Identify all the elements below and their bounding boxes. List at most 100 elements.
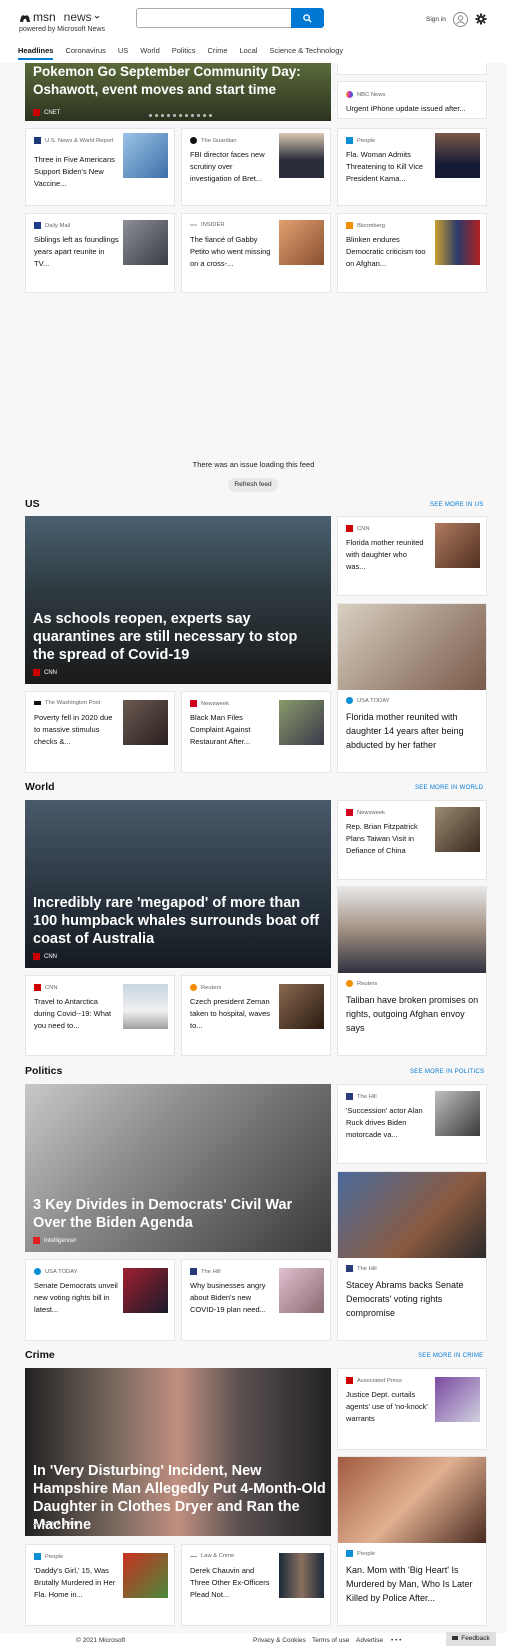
news-card[interactable]: The Hill Why businesses angry about Bide…	[181, 1259, 331, 1341]
see-more-world-link[interactable]: SEE MORE IN WORLD	[415, 785, 483, 791]
section-heading-world: World	[25, 781, 55, 793]
card-title: Black Man Files Complaint Against Restau…	[190, 713, 251, 746]
cnn-logo-icon	[34, 984, 41, 991]
nbc-logo-icon	[346, 91, 353, 98]
cnn-logo-icon	[33, 669, 40, 676]
see-more-us-link[interactable]: SEE MORE IN US	[430, 502, 484, 508]
card-title: 'Daddy's Girl,' 15, Was Brutally Murdere…	[34, 1566, 116, 1599]
brand-label: msn	[33, 10, 56, 24]
news-card[interactable]: The Hill 'Succession' actor Alan Ruck dr…	[337, 1084, 487, 1164]
cnn-logo-icon	[33, 953, 40, 960]
news-card[interactable]: Newsweek Black Man Files Complaint Again…	[181, 691, 331, 773]
powered-by: powered by Microsoft News	[19, 26, 105, 33]
card-title: Florida mother reunited with daughter 14…	[346, 712, 464, 750]
hero-source: CNET	[33, 109, 60, 116]
footer: © 2021 Microsoft Privacy & Cookies Terms…	[0, 1633, 507, 1649]
thehill-logo-icon	[346, 1265, 353, 1272]
advertise-link[interactable]: Advertise	[356, 1637, 383, 1644]
reuters-logo-icon	[346, 980, 353, 987]
news-card[interactable]: CNN Florida mother reunited with daughte…	[337, 516, 487, 596]
tab-local[interactable]: Local	[240, 46, 258, 60]
card-title: Three in Five Americans Support Biden's …	[34, 155, 115, 188]
card-image	[338, 887, 486, 973]
news-card[interactable]: Daily Mail Siblings left as foundlings y…	[25, 213, 175, 293]
tab-politics[interactable]: Politics	[172, 46, 196, 60]
news-card[interactable]: People Fla. Woman Admits Threatening to …	[337, 128, 487, 206]
carousel-dots[interactable]	[143, 114, 215, 117]
top-right-card[interactable]: NBC News Urgent iPhone update issued aft…	[337, 81, 487, 119]
card-title: Kan. Mom with 'Big Heart' Is Murdered by…	[346, 1565, 473, 1603]
usatoday-logo-icon	[346, 697, 353, 704]
news-card[interactable]: Newsweek Rep. Brian Fitzpatrick Plans Ta…	[337, 800, 487, 880]
thumbnail-image	[279, 1268, 324, 1313]
people-logo-icon	[346, 137, 353, 144]
card-title: Florida mother reunited with daughter wh…	[346, 538, 424, 571]
tab-headlines[interactable]: Headlines	[18, 46, 54, 60]
msn-butterfly-icon	[20, 15, 30, 22]
people-logo-icon	[346, 1550, 353, 1557]
top-hero-card[interactable]: Pokemon Go September Community Day: Osha…	[25, 63, 331, 121]
news-card[interactable]: Associated Press Justice Dept. curtails …	[337, 1368, 487, 1450]
usatoday-logo-icon	[34, 1268, 41, 1275]
card-title: 'Succession' actor Alan Ruck drives Bide…	[346, 1106, 423, 1139]
tab-crime[interactable]: Crime	[208, 46, 228, 60]
card-image	[338, 604, 486, 690]
news-card[interactable]: USA TODAY Senate Democrats unveil new vo…	[25, 1259, 175, 1341]
section-hero-card[interactable]: Incredibly rare 'megapod' of more than 1…	[25, 800, 331, 968]
see-more-crime-link[interactable]: SEE MORE IN CRIME	[418, 1353, 483, 1359]
thumbnail-image	[435, 523, 480, 568]
news-card[interactable]: People 'Daddy's Girl,' 15, Was Brutally …	[25, 1544, 175, 1626]
news-card-large[interactable]: The Hill Stacey Abrams backs Senate Demo…	[337, 1171, 487, 1341]
reuters-logo-icon	[190, 984, 197, 991]
card-title: Derek Chauvin and Three Other Ex-Officer…	[190, 1566, 270, 1599]
news-card[interactable]: U.S. News & World Report Three in Five A…	[25, 128, 175, 206]
tab-us[interactable]: US	[118, 46, 128, 60]
news-card[interactable]: CNN Travel to Antarctica during Covid--1…	[25, 975, 175, 1056]
section-hero-card[interactable]: 3 Key Divides in Democrats' Civil War Ov…	[25, 1084, 331, 1252]
thumbnail-image	[279, 984, 324, 1029]
news-card[interactable]: The Guardian FBI director faces new scru…	[181, 128, 331, 206]
news-card[interactable]: Reuters Czech president Zeman taken to h…	[181, 975, 331, 1056]
card-title: Fla. Woman Admits Threatening to Kill Vi…	[346, 150, 423, 183]
feedback-icon	[452, 1636, 459, 1641]
feedback-button[interactable]: Feedback	[446, 1632, 496, 1646]
wapo-logo-icon	[34, 701, 41, 705]
hero-title: 3 Key Divides in Democrats' Civil War Ov…	[33, 1197, 293, 1231]
refresh-feed-button[interactable]: Refresh feed	[228, 478, 278, 492]
more-menu[interactable]: • • •	[391, 1637, 401, 1644]
thumbnail-image	[435, 1377, 480, 1422]
news-card[interactable]: The Washington Post Poverty fell in 2020…	[25, 691, 175, 773]
thumbnail-image	[279, 1553, 324, 1598]
msn-logo[interactable]: msn news	[19, 10, 100, 24]
card-title: Urgent iPhone update issued after...	[346, 104, 466, 113]
newsweek-logo-icon	[190, 700, 197, 707]
news-card-large[interactable]: People Kan. Mom with 'Big Heart' Is Murd…	[337, 1456, 487, 1626]
search-input[interactable]	[136, 8, 292, 28]
guardian-logo-icon	[190, 137, 197, 144]
avatar-icon[interactable]	[453, 12, 468, 27]
see-more-politics-link[interactable]: SEE MORE IN POLITICS	[410, 1069, 484, 1075]
news-card-large[interactable]: Reuters Taliban have broken promises on …	[337, 886, 487, 1056]
search-button[interactable]	[291, 8, 324, 28]
thumbnail-image	[435, 1091, 480, 1136]
news-card[interactable]: Bloomberg Blinken endures Democratic cri…	[337, 213, 487, 293]
privacy-link[interactable]: Privacy & Cookies	[253, 1637, 306, 1644]
sign-in-link[interactable]: Sign in	[426, 16, 446, 23]
top-right-card-stub[interactable]	[337, 63, 487, 75]
section-label: news	[63, 10, 92, 24]
section-hero-card[interactable]: As schools reopen, experts say quarantin…	[25, 516, 331, 684]
news-card[interactable]: INSIDER The fiancé of Gabby Petito who w…	[181, 213, 331, 293]
tab-world[interactable]: World	[140, 46, 159, 60]
thehill-logo-icon	[346, 1093, 353, 1100]
hero-source: Intelligencer	[33, 1237, 76, 1244]
news-card-large[interactable]: USA TODAY Florida mother reunited with d…	[337, 603, 487, 773]
newsweek-logo-icon	[346, 809, 353, 816]
section-hero-card[interactable]: In 'Very Disturbing' Incident, New Hamps…	[25, 1368, 331, 1536]
cnet-logo-icon	[33, 109, 40, 116]
gear-icon[interactable]	[475, 13, 487, 25]
tab-coronavirus[interactable]: Coronavirus	[65, 46, 105, 60]
news-card[interactable]: Law & Crime Derek Chauvin and Three Othe…	[181, 1544, 331, 1626]
card-title: FBI director faces new scrutiny over inv…	[190, 150, 265, 183]
terms-link[interactable]: Terms of use	[312, 1637, 349, 1644]
tab-science-technology[interactable]: Science & Technology	[269, 46, 343, 60]
